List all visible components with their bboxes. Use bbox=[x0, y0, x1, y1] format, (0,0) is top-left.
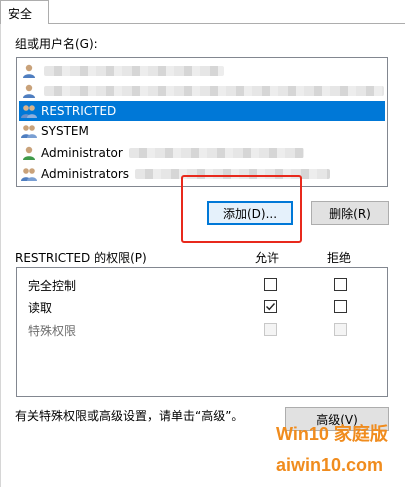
list-item-label: SYSTEM bbox=[41, 124, 89, 138]
watermark-url: aiwin10.com bbox=[276, 455, 384, 475]
user-icon bbox=[21, 83, 38, 99]
groups-label: 组或用户名(G): bbox=[15, 37, 98, 51]
list-item[interactable] bbox=[19, 61, 385, 81]
permissions-label: RESTRICTED 的权限(P) bbox=[15, 251, 147, 265]
allow-checkbox[interactable] bbox=[264, 323, 277, 336]
deny-header: 拒绝 bbox=[327, 251, 352, 265]
tab-security-label: 安全 bbox=[8, 7, 33, 21]
allow-checkbox[interactable] bbox=[264, 278, 277, 291]
list-item[interactable] bbox=[19, 81, 385, 101]
permission-name: 完全控制 bbox=[28, 279, 77, 293]
blurred-name bbox=[44, 66, 224, 76]
permissions-list: 完全控制 读取 特殊权限 bbox=[16, 267, 388, 397]
permission-row-special: 特殊权限 bbox=[17, 319, 387, 339]
check-icon bbox=[266, 303, 276, 311]
blurred-name bbox=[44, 86, 384, 96]
watermark-title: Win10 家庭版 bbox=[276, 424, 388, 444]
deny-checkbox[interactable] bbox=[334, 323, 347, 336]
remove-button[interactable]: 删除(R) bbox=[311, 201, 389, 225]
permission-name: 读取 bbox=[28, 301, 53, 315]
permission-name: 特殊权限 bbox=[28, 324, 77, 338]
list-item-label: Administrator bbox=[41, 146, 123, 160]
list-item-restricted[interactable]: RESTRICTED bbox=[19, 101, 385, 121]
user-icon bbox=[21, 63, 38, 79]
highlight-box bbox=[181, 175, 302, 243]
allow-checkbox[interactable] bbox=[264, 300, 277, 313]
list-item-label: RESTRICTED bbox=[41, 104, 117, 118]
user-icon bbox=[21, 145, 38, 161]
tab-security[interactable]: 安全 bbox=[0, 0, 49, 24]
deny-checkbox[interactable] bbox=[334, 278, 347, 291]
users-group-icon bbox=[21, 123, 38, 139]
deny-checkbox[interactable] bbox=[334, 300, 347, 313]
users-group-icon bbox=[21, 166, 38, 182]
advanced-note: 有关特殊权限或高级设置，请单击“高级”。 bbox=[15, 409, 244, 423]
list-item-system[interactable]: SYSTEM bbox=[19, 121, 385, 141]
permission-row-read: 读取 bbox=[17, 296, 387, 316]
list-item-label: Administrators bbox=[41, 167, 130, 181]
blurred-name bbox=[128, 148, 304, 158]
allow-header: 允许 bbox=[255, 251, 280, 265]
permission-row-full-control: 完全控制 bbox=[17, 274, 387, 294]
groups-listbox[interactable]: RESTRICTED SYSTEM Administrator Administ… bbox=[16, 57, 388, 187]
users-group-icon bbox=[21, 103, 38, 119]
list-item-administrator[interactable]: Administrator bbox=[19, 143, 385, 163]
